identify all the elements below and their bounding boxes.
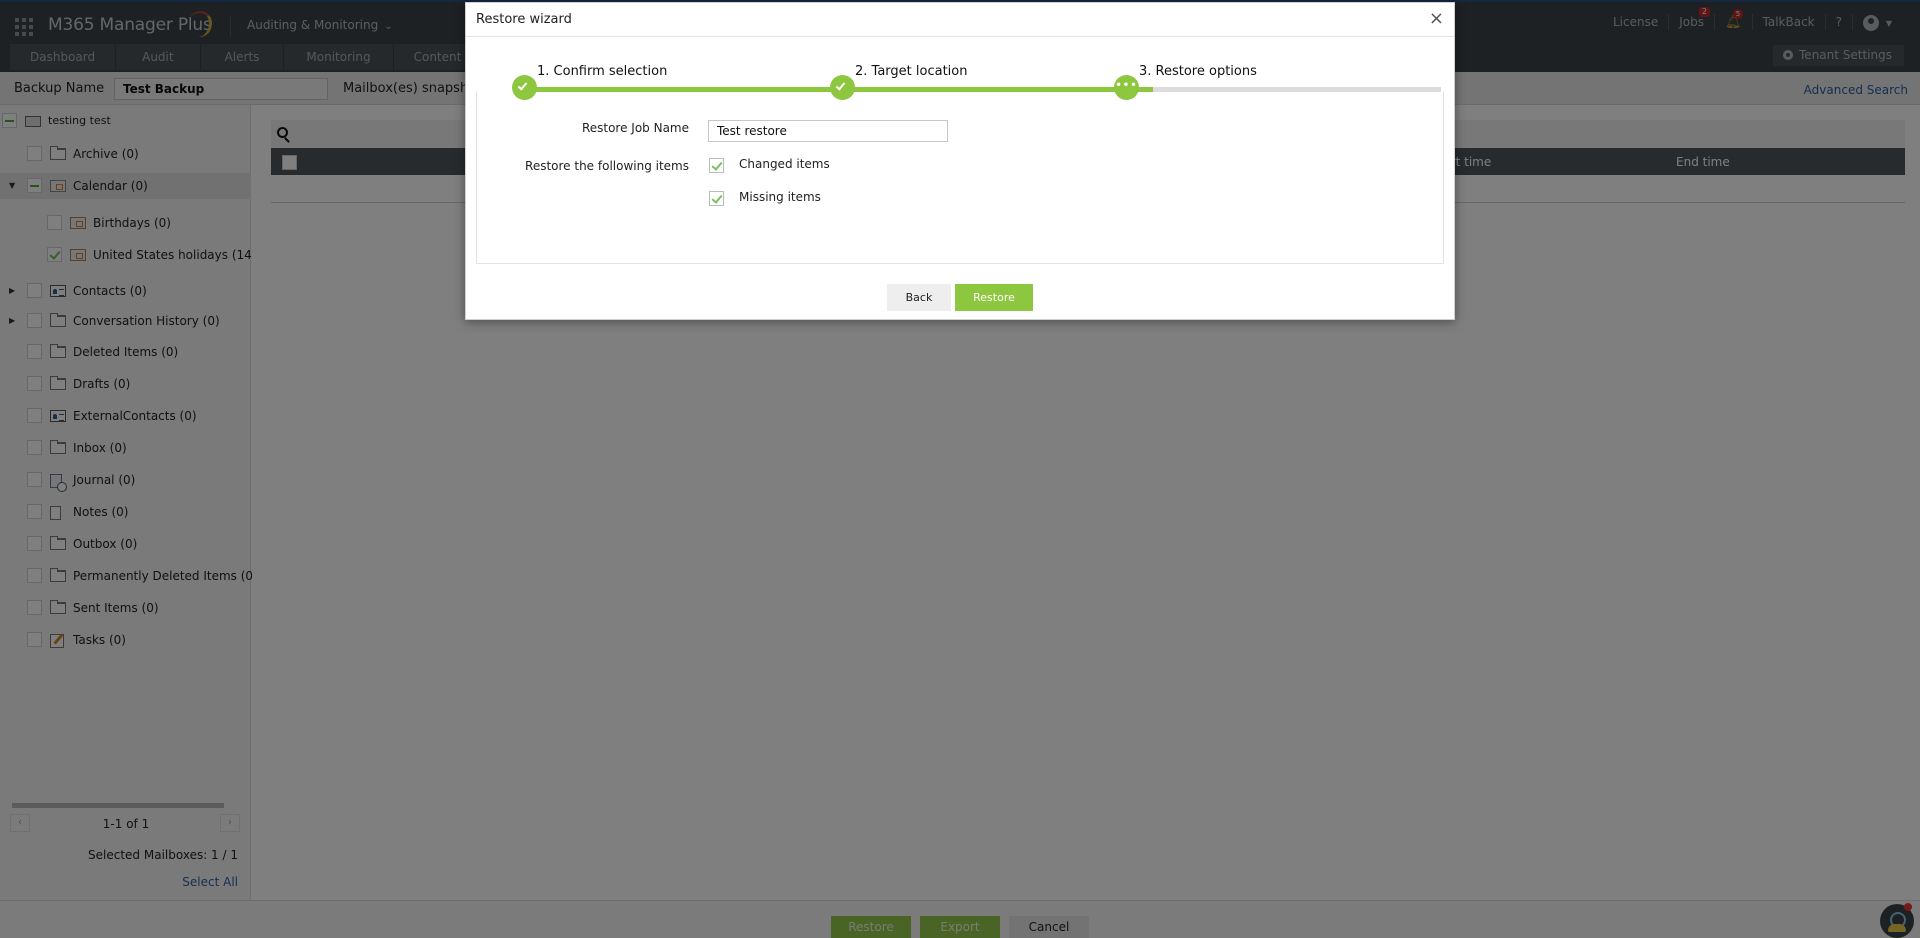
dialog-header: Restore wizard × [466, 3, 1454, 37]
step-1-label: 1. Confirm selection [537, 64, 668, 79]
restore-options-panel: Restore Job Name Restore the following i… [476, 91, 1444, 264]
missing-items-label: Missing items [739, 190, 821, 204]
dialog-title: Restore wizard [476, 12, 572, 27]
wizard-stepper: 1. Confirm selection 2. Target location … [466, 37, 1456, 100]
job-name-label: Restore Job Name [581, 121, 689, 135]
changed-items-label: Changed items [739, 157, 830, 171]
missing-items-checkbox[interactable] [709, 191, 724, 206]
step-3-label: 3. Restore options [1139, 64, 1257, 79]
restore-button[interactable]: Restore [955, 284, 1033, 311]
restore-wizard-dialog: Restore wizard × 1. Confirm selection 2.… [465, 2, 1455, 320]
job-name-input[interactable] [708, 120, 948, 142]
restore-items-label: Restore the following items [525, 159, 689, 173]
step-2-label: 2. Target location [855, 64, 968, 79]
close-icon[interactable]: × [1429, 9, 1444, 29]
back-button[interactable]: Back [887, 284, 951, 311]
changed-items-checkbox[interactable] [709, 158, 724, 173]
